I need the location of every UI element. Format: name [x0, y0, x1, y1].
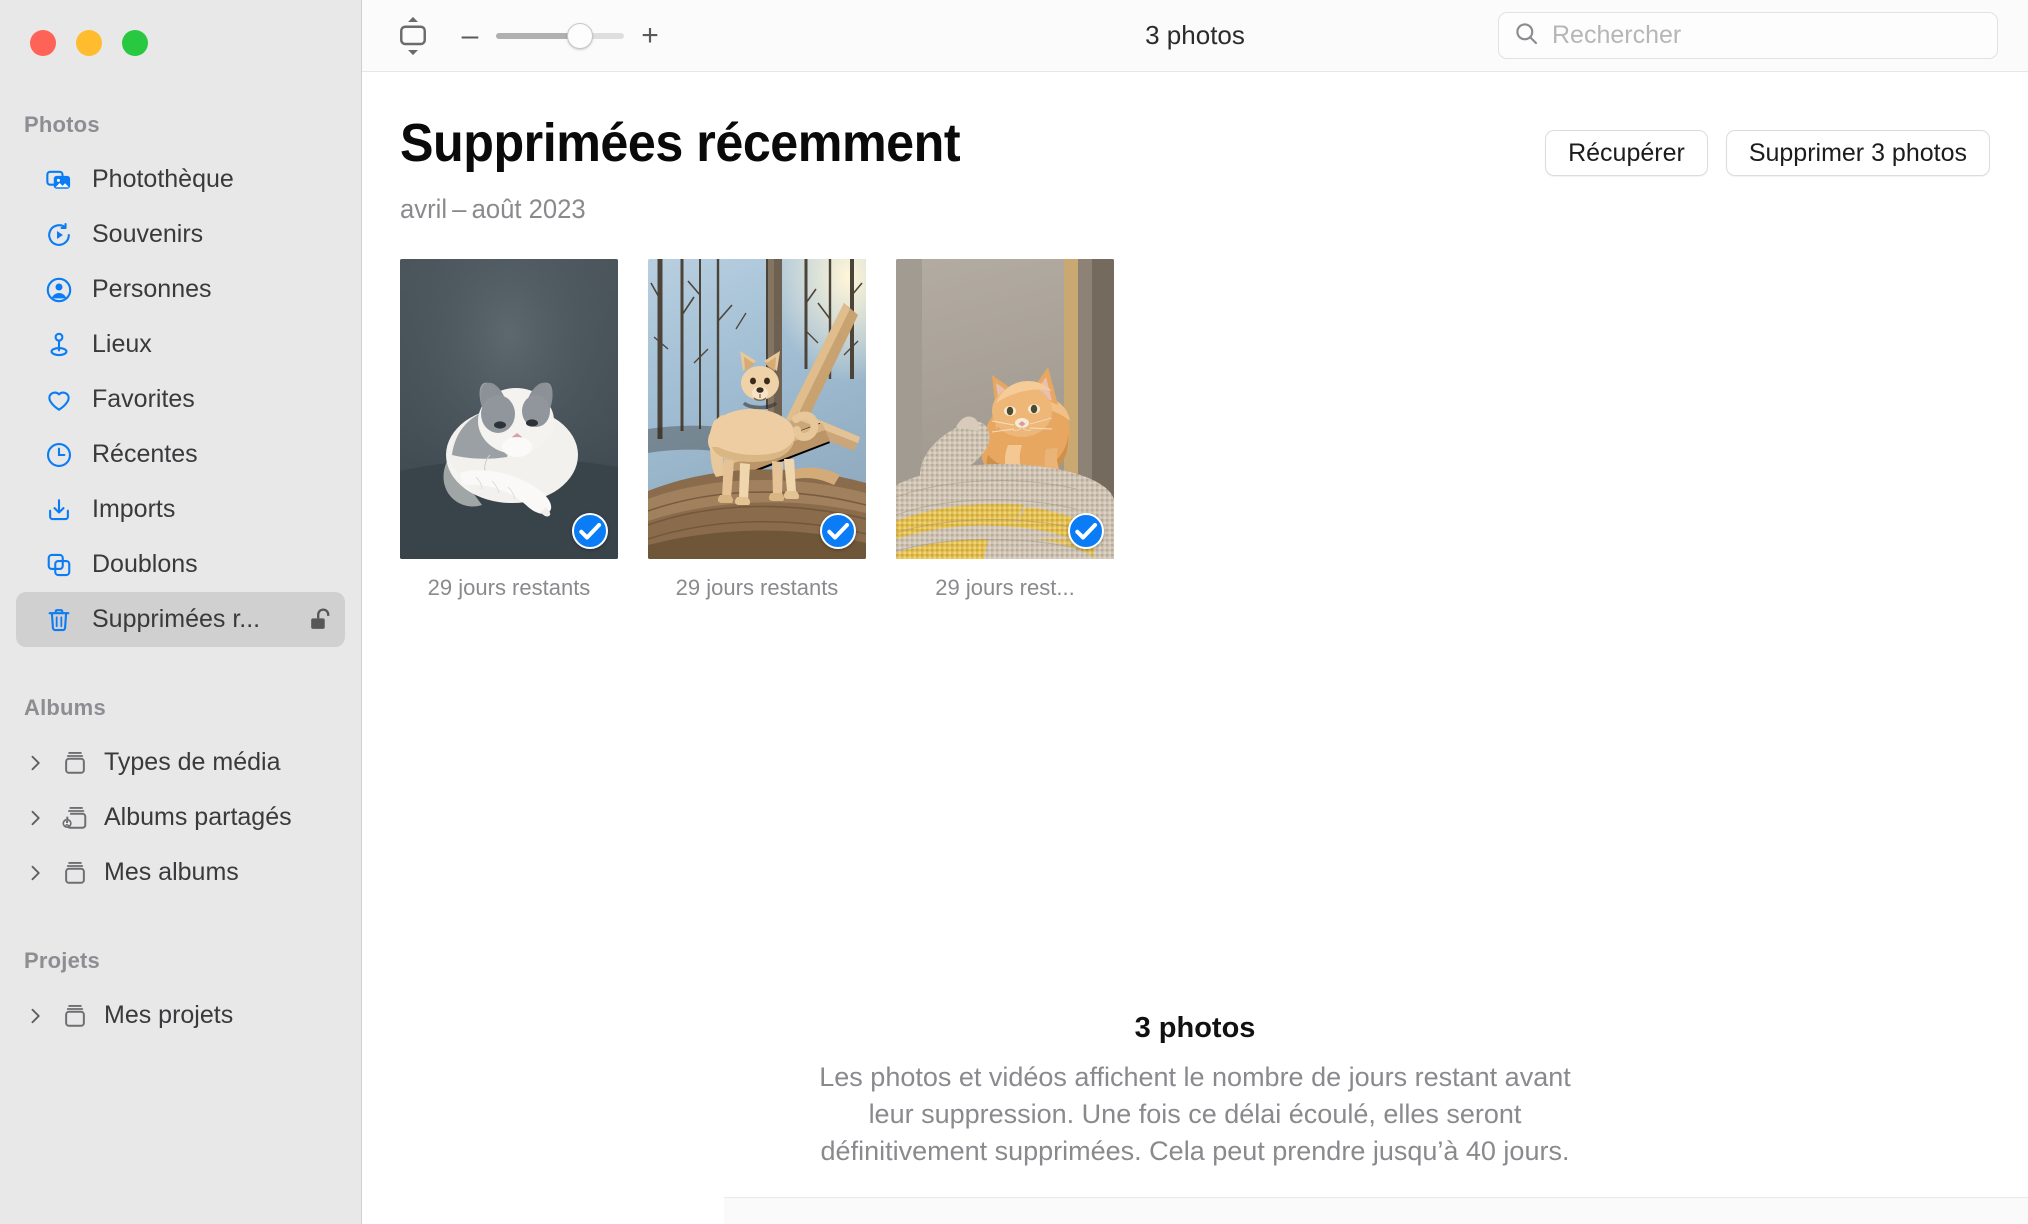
- aspect-stepper-icon[interactable]: [392, 14, 434, 58]
- sidebar-item-label: Types de média: [104, 748, 281, 776]
- sidebar-item-label: Albums partagés: [104, 803, 292, 831]
- chevron-right-icon[interactable]: [24, 1006, 46, 1026]
- sidebar-item-albums-partages[interactable]: Albums partagés: [16, 790, 345, 845]
- toolbar: – + 3 photos: [362, 0, 2028, 72]
- sidebar-item-supprimees-recemment[interactable]: Supprimées r...: [16, 592, 345, 647]
- duplicates-icon: [44, 550, 74, 580]
- main-area: – + 3 photos Supprimées récemment: [362, 0, 2028, 1224]
- sidebar-item-mes-projets[interactable]: Mes projets: [16, 988, 345, 1043]
- zoom-out-label[interactable]: –: [460, 20, 480, 51]
- sidebar-item-label: Récentes: [92, 440, 198, 468]
- page-title: Supprimées récemment: [400, 113, 961, 173]
- selected-checkmark-badge[interactable]: [572, 513, 608, 549]
- maximize-button[interactable]: [122, 30, 148, 56]
- unlocked-padlock-icon[interactable]: [307, 606, 335, 634]
- photo-thumbnail[interactable]: [648, 259, 866, 559]
- sidebar-section-albums-label: Albums: [24, 695, 106, 720]
- sidebar-item-personnes[interactable]: Personnes: [16, 262, 345, 317]
- chevron-right-icon[interactable]: [24, 863, 46, 883]
- sidebar-item-label: Mes projets: [104, 1001, 234, 1029]
- sidebar-item-souvenirs[interactable]: Souvenirs: [16, 207, 345, 262]
- import-download-icon: [44, 495, 74, 525]
- sidebar-item-label: Souvenirs: [92, 220, 204, 248]
- trash-icon: [44, 605, 74, 635]
- delete-photos-button[interactable]: Supprimer 3 photos: [1725, 130, 1990, 176]
- sidebar-section-photos-label: Photos: [24, 112, 100, 137]
- photo-caption: 29 jours rest...: [935, 575, 1075, 600]
- zoom-in-label[interactable]: +: [640, 20, 660, 51]
- photo-thumbnail[interactable]: [896, 259, 1114, 559]
- sidebar-item-label: Imports: [92, 495, 176, 523]
- content-area: Supprimées récemment Récupérer Supprimer…: [362, 72, 2028, 1224]
- sidebar-item-types-de-media[interactable]: Types de média: [16, 735, 345, 790]
- map-pin-icon: [44, 330, 74, 360]
- sidebar-item-label: Doublons: [92, 550, 198, 578]
- selected-checkmark-badge[interactable]: [820, 513, 856, 549]
- photo-grid: 29 jours restants 29 jours restants 29 j…: [400, 259, 1990, 601]
- sidebar-item-lieux[interactable]: Lieux: [16, 317, 345, 372]
- search-field[interactable]: [1498, 12, 1998, 59]
- sidebar-item-label: Mes albums: [104, 858, 239, 886]
- minimize-button[interactable]: [76, 30, 102, 56]
- clock-icon: [44, 440, 74, 470]
- sidebar: Photos Photothèque Souvenirs Personnes L…: [0, 0, 362, 1224]
- sidebar-item-recentes[interactable]: Récentes: [16, 427, 345, 482]
- recover-button[interactable]: Récupérer: [1545, 130, 1708, 176]
- photo-cell[interactable]: 29 jours rest...: [896, 259, 1114, 601]
- album-stack-icon: [60, 748, 90, 778]
- search-input[interactable]: [1552, 21, 1983, 50]
- selected-checkmark-badge[interactable]: [1068, 513, 1104, 549]
- zoom-slider-group[interactable]: – +: [460, 20, 660, 51]
- close-button[interactable]: [30, 30, 56, 56]
- photos-app-window: Photos Photothèque Souvenirs Personnes L…: [0, 0, 2028, 1224]
- sidebar-item-label: Lieux: [92, 330, 152, 358]
- zoom-slider[interactable]: [496, 22, 624, 49]
- photo-library-icon: [44, 165, 74, 195]
- photo-thumbnail[interactable]: [400, 259, 618, 559]
- window-controls: [0, 0, 361, 56]
- chevron-right-icon[interactable]: [24, 808, 46, 828]
- sidebar-item-imports[interactable]: Imports: [16, 482, 345, 537]
- person-circle-icon: [44, 275, 74, 305]
- header-actions: Récupérer Supprimer 3 photos: [1545, 112, 1990, 176]
- footer-description: Les photos et vidéos affichent le nombre…: [819, 1062, 1571, 1166]
- album-stack-icon: [60, 858, 90, 888]
- sidebar-item-label: Supprimées r...: [92, 605, 261, 633]
- photo-cell[interactable]: 29 jours restants: [400, 259, 618, 601]
- sidebar-item-favorites[interactable]: Favorites: [16, 372, 345, 427]
- sidebar-item-phototheque[interactable]: Photothèque: [16, 152, 345, 207]
- sidebar-item-mes-albums[interactable]: Mes albums: [16, 845, 345, 900]
- photo-cell[interactable]: 29 jours restants: [648, 259, 866, 601]
- heart-icon: [44, 385, 74, 415]
- date-range-subtitle: avril – août 2023: [400, 194, 586, 224]
- sidebar-item-doublons[interactable]: Doublons: [16, 537, 345, 592]
- slider-knob[interactable]: [567, 22, 594, 49]
- footer-photo-count: 3 photos: [1134, 1012, 1256, 1044]
- album-stack-icon: [60, 1001, 90, 1031]
- chevron-right-icon[interactable]: [24, 753, 46, 773]
- photo-caption: 29 jours restants: [427, 575, 591, 600]
- empty-state-note: 3 photos Les photos et vidéos affichent …: [362, 1012, 2028, 1170]
- sidebar-section-projets-label: Projets: [24, 948, 100, 973]
- photo-caption: 29 jours restants: [675, 575, 839, 600]
- sidebar-item-label: Personnes: [92, 275, 212, 303]
- bottom-status-bar: [724, 1197, 2028, 1224]
- memories-play-icon: [44, 220, 74, 250]
- search-icon: [1513, 20, 1540, 52]
- toolbar-photo-count: 3 photos: [1145, 20, 1245, 50]
- title-row: Supprimées récemment Récupérer Supprimer…: [400, 72, 1990, 176]
- sidebar-item-label: Favorites: [92, 385, 195, 413]
- shared-album-icon: [60, 803, 90, 833]
- sidebar-item-label: Photothèque: [92, 165, 234, 193]
